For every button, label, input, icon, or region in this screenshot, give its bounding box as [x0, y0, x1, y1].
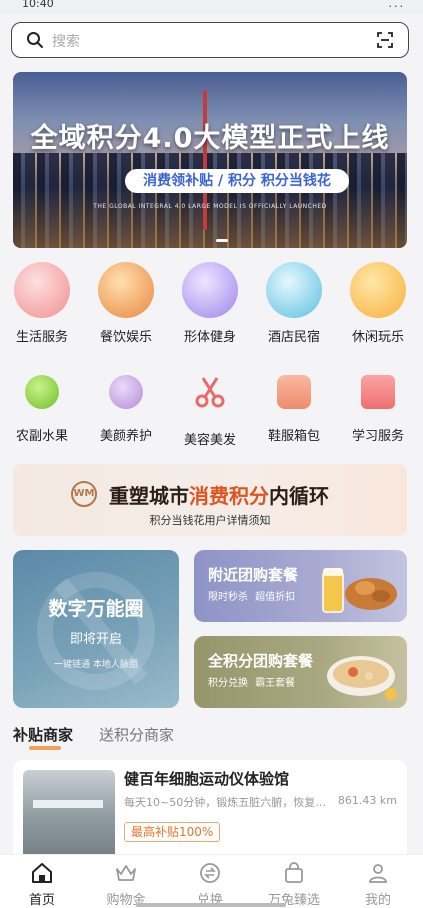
wm-logo: WM — [71, 481, 97, 507]
points-group-buy-title: 全积分团购套餐 — [208, 652, 314, 670]
user-icon — [369, 864, 387, 883]
tab-subsidy-merchants[interactable]: 补贴商家 — [13, 724, 73, 745]
hotel-icon — [266, 262, 322, 318]
category-fitness[interactable]: 形体健身 — [168, 262, 252, 345]
burger-icon — [98, 262, 154, 318]
scissors-icon — [195, 377, 225, 408]
crown-icon — [116, 865, 136, 881]
nearby-group-buy-sub: 限时秒杀 超值折扣 — [208, 592, 296, 603]
banner-subtitle: 消费领补贴 / 积分 积分当钱花 — [125, 169, 349, 193]
category-fruit[interactable]: 农副水果 — [0, 364, 84, 444]
tab-home[interactable]: 首页 — [0, 861, 84, 908]
digital-circle-desc: 一键链通 本地人脉圈 — [54, 660, 138, 670]
digital-circle-card[interactable]: 数字万能圈 即将开启 一键链通 本地人脉圈 — [13, 550, 179, 708]
tab-shopping-gold[interactable]: 购物金 — [84, 861, 168, 908]
tab-selection[interactable]: 万兔臻选 — [252, 861, 336, 908]
nearby-group-buy-card[interactable]: 附近团购套餐 限时秒杀 超值折扣 — [194, 550, 407, 622]
banner-caption: THE GLOBAL INTEGRAL 4.0 LARGE MODEL IS O… — [93, 203, 327, 210]
merchant-name: 健百年细胞运动仪体验馆 — [124, 770, 290, 788]
exchange-icon — [200, 863, 220, 883]
tab-mine[interactable]: 我的 — [336, 861, 420, 908]
status-time: 10:40 — [22, 0, 54, 10]
points-group-buy-card[interactable]: 全积分团购套餐 积分兑换 霸王套餐 — [194, 636, 407, 708]
category-apparel[interactable]: 鞋服箱包 — [252, 364, 336, 444]
soup-bowl-icon — [327, 656, 397, 700]
category-hotel[interactable]: 酒店民宿 — [252, 262, 336, 345]
nearby-group-buy-title: 附近团购套餐 — [208, 566, 299, 584]
home-indicator — [136, 903, 286, 907]
tab-exchange[interactable]: 兑换 — [168, 861, 252, 908]
search-placeholder: 搜索 — [52, 34, 80, 50]
digital-circle-title: 数字万能圈 — [48, 598, 144, 620]
category-beauty-care[interactable]: 美颜养护 — [84, 364, 168, 444]
search-bar[interactable]: 搜索 — [11, 22, 409, 58]
banner-pagination — [216, 239, 228, 242]
status-bar: 10:40 ... — [0, 0, 423, 14]
scan-icon[interactable] — [376, 31, 394, 49]
category-education[interactable]: 学习服务 — [336, 364, 420, 444]
category-leisure[interactable]: 休闲玩乐 — [336, 262, 420, 345]
category-hair-salon[interactable]: 美容美发 — [168, 364, 252, 448]
fitness-icon — [182, 262, 238, 318]
promo-subtitle: 积分当钱花用户详情须知 — [149, 514, 271, 527]
merchant-thumbnail — [23, 770, 115, 866]
apple-icon — [25, 375, 59, 409]
category-life-service[interactable]: 生活服务 — [0, 262, 84, 345]
digital-circle-status: 即将开启 — [69, 632, 122, 647]
category-food[interactable]: 餐饮娱乐 — [84, 262, 168, 345]
points-group-buy-sub: 积分兑换 霸王套餐 — [208, 678, 296, 689]
promo-banner[interactable]: WM 重塑城市消费积分内循环 积分当钱花用户详情须知 — [13, 464, 407, 536]
bottom-tab-bar: 首页 购物金 兑换 万兔臻选 我的 — [0, 854, 423, 908]
home-icon — [32, 863, 52, 883]
fun-icon — [350, 262, 406, 318]
tab-underline — [29, 746, 61, 750]
subsidy-badge: 最高补贴100% — [124, 822, 221, 842]
bag-icon — [277, 375, 311, 409]
promo-title: 重塑城市消费积分内循环 — [109, 484, 329, 508]
hero-banner[interactable]: 全域积分4.0大模型正式上线 消费领补贴 / 积分 积分当钱花 THE GLOB… — [13, 72, 407, 248]
merchant-distance: 861.43 km — [337, 794, 397, 807]
beer-chicken-icon — [322, 568, 397, 613]
merchant-tabs: 补贴商家 送积分商家 — [13, 724, 407, 750]
merchant-desc: 每天10~50分钟，锻炼五脏六腑，恢复正常... — [124, 796, 334, 809]
face-mask-icon — [109, 375, 143, 409]
search-icon — [27, 32, 43, 48]
tab-points-merchants[interactable]: 送积分商家 — [99, 724, 174, 745]
status-icons: ... — [388, 0, 405, 10]
banner-title: 全域积分4.0大模型正式上线 — [30, 123, 390, 154]
book-icon — [361, 375, 395, 409]
gift-basket-icon — [14, 262, 70, 318]
shopping-bag-icon — [285, 862, 303, 883]
app-home-screen: 10:40 ... 搜索 全域积分4.0大模型正式上线 消费领补贴 / 积分 积… — [0, 0, 423, 908]
